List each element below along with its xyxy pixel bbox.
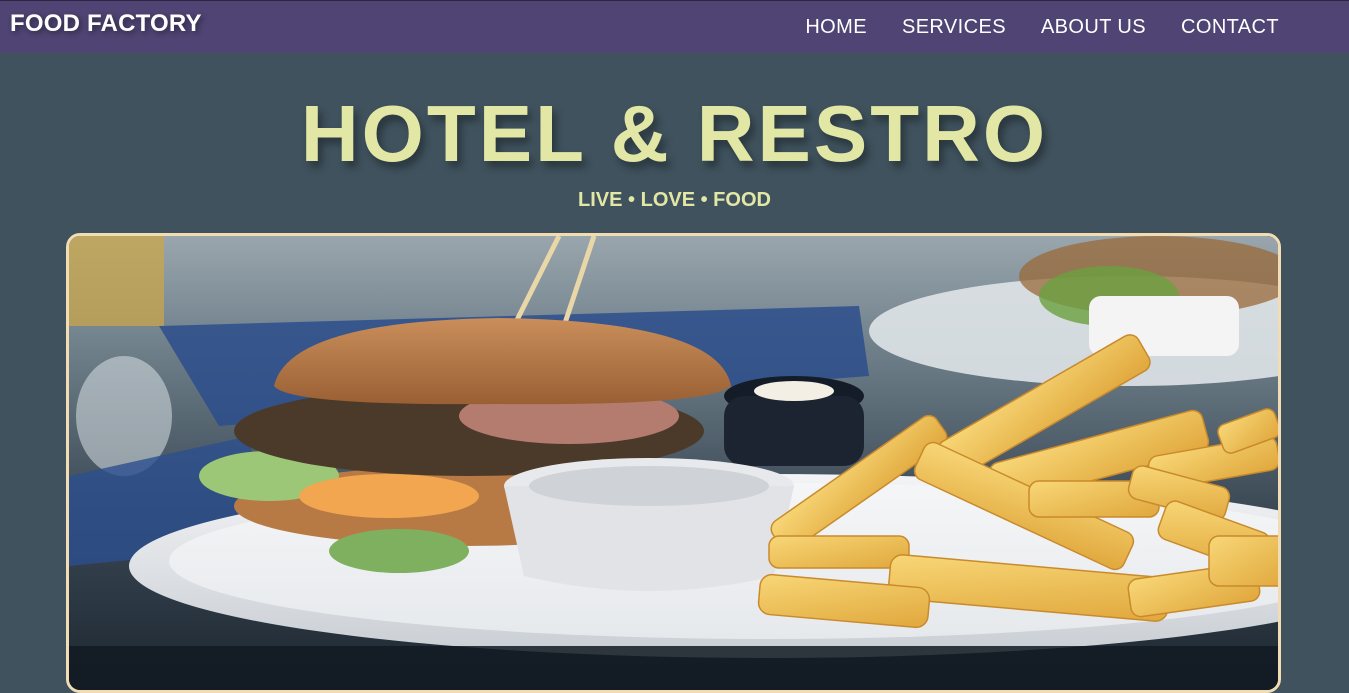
hero-image-frame: [66, 233, 1281, 693]
burger-and-fries-photo: [69, 236, 1278, 690]
nav-links: HOME SERVICES ABOUT US CONTACT: [805, 16, 1279, 39]
nav-link-about-us[interactable]: ABOUT US: [1041, 16, 1146, 39]
hero-title: HOTEL & RESTRO: [300, 89, 1049, 178]
navbar: FOOD FACTORY HOME SERVICES ABOUT US CONT…: [0, 0, 1349, 53]
nav-link-services[interactable]: SERVICES: [902, 16, 1006, 39]
brand-logo[interactable]: FOOD FACTORY: [10, 10, 202, 38]
hero-tagline: LIVE • LOVE • FOOD: [578, 189, 771, 211]
nav-link-home[interactable]: HOME: [805, 16, 867, 39]
nav-link-contact[interactable]: CONTACT: [1181, 16, 1279, 39]
